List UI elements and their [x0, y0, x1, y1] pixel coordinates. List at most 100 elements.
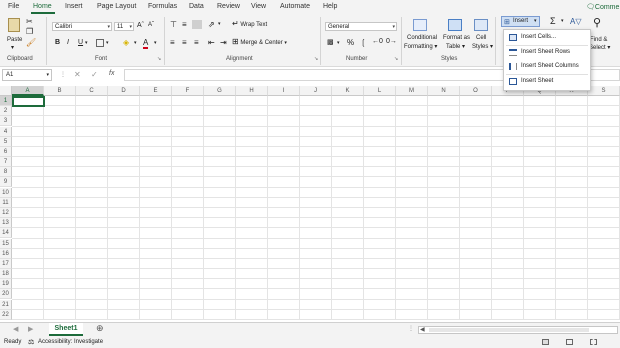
row-header[interactable]: 9 [0, 177, 12, 188]
row-header[interactable]: 4 [0, 126, 12, 137]
row-header[interactable]: 22 [0, 309, 12, 320]
column-header[interactable]: D [108, 86, 140, 96]
row-header[interactable]: 8 [0, 167, 12, 178]
increase-font-icon[interactable]: Aˆ [137, 22, 144, 29]
row-header[interactable]: 5 [0, 136, 12, 147]
accounting-format-icon[interactable]: ▩ [327, 38, 334, 46]
conditional-formatting-label[interactable]: Conditional [407, 35, 437, 41]
font-size-select[interactable]: 11 ▾ [114, 22, 134, 31]
column-header[interactable]: S [588, 86, 620, 96]
row-header[interactable]: 3 [0, 116, 12, 127]
splitter-icon[interactable]: ⋮ [408, 325, 414, 332]
page-break-view-icon[interactable] [590, 339, 597, 345]
sort-filter-icon[interactable]: A▽ [570, 17, 582, 26]
tab-view[interactable]: View [251, 3, 266, 10]
chevron-down-icon[interactable]: ▾ [337, 40, 340, 46]
align-center-icon[interactable]: ≡ [182, 38, 187, 47]
column-header[interactable]: M [396, 86, 428, 96]
cell-styles-label[interactable]: Cell [476, 35, 486, 41]
font-name-select[interactable]: Calibri ▾ [52, 22, 112, 31]
column-header[interactable]: N [428, 86, 460, 96]
insert-cells-button[interactable]: ⊞ Insert ▾ [501, 16, 540, 27]
row-header[interactable]: 19 [0, 279, 12, 290]
dialog-launcher-icon[interactable]: ↘ [314, 56, 318, 62]
insert-function-button[interactable]: fx [109, 70, 114, 77]
chevron-down-icon[interactable]: ▾ [11, 44, 14, 51]
align-top-icon[interactable]: ⊤ [170, 20, 177, 29]
chevron-down-icon[interactable]: ▾ [561, 18, 564, 24]
row-header[interactable]: 2 [0, 106, 12, 117]
comments-button[interactable]: 🗨Comme [586, 3, 619, 11]
row-header[interactable]: 1 [0, 96, 12, 106]
align-left-icon[interactable]: ≡ [170, 38, 175, 47]
borders-icon[interactable] [96, 39, 104, 47]
menu-item-insert-sheet-rows[interactable]: Insert Sheet Rows [504, 46, 590, 60]
row-header[interactable]: 12 [0, 207, 12, 218]
page-layout-view-icon[interactable] [566, 339, 573, 345]
increase-indent-icon[interactable]: ⇥ [220, 38, 227, 47]
row-header[interactable]: 20 [0, 289, 12, 300]
dialog-launcher-icon[interactable]: ↘ [394, 56, 398, 62]
tab-file[interactable]: File [8, 3, 19, 10]
row-header[interactable]: 18 [0, 269, 12, 280]
row-header[interactable]: 17 [0, 258, 12, 269]
cell-styles-icon[interactable] [474, 19, 488, 31]
menu-item-insert-sheet[interactable]: Insert Sheet [504, 75, 590, 89]
name-box[interactable]: A1 ▾ [2, 69, 52, 81]
active-cell-a1[interactable] [12, 96, 45, 107]
orientation-icon[interactable]: ⇗ [208, 20, 215, 29]
column-header[interactable]: B [44, 86, 76, 96]
format-as-table-label-2[interactable]: Table ▾ [446, 43, 465, 50]
italic-button[interactable]: I [67, 39, 69, 46]
menu-item-insert-sheet-columns[interactable]: Insert Sheet Columns [504, 60, 590, 74]
cut-icon[interactable]: ✂ [26, 17, 33, 26]
format-as-table-icon[interactable] [448, 19, 462, 31]
tab-help[interactable]: Help [323, 3, 337, 10]
column-header[interactable]: G [204, 86, 236, 96]
accessibility-status[interactable]: Accessibility: Investigate [38, 339, 103, 345]
tab-data[interactable]: Data [189, 3, 204, 10]
format-painter-icon[interactable]: 🖌 [26, 38, 36, 47]
bold-button[interactable]: B [55, 39, 60, 46]
font-color-icon[interactable]: A [143, 38, 149, 49]
cancel-icon[interactable]: ✕ [74, 70, 81, 79]
copy-icon[interactable]: ❐ [26, 27, 33, 36]
conditional-formatting-icon[interactable] [413, 19, 427, 31]
paste-label[interactable]: Paste [7, 37, 22, 43]
column-header[interactable]: J [300, 86, 332, 96]
row-header[interactable]: 14 [0, 228, 12, 239]
tab-review[interactable]: Review [217, 3, 240, 10]
align-bottom-icon[interactable] [192, 20, 202, 29]
chevron-down-icon[interactable]: ▾ [106, 40, 109, 46]
column-header[interactable]: L [364, 86, 396, 96]
align-right-icon[interactable]: ≡ [194, 38, 199, 47]
select-all-corner[interactable] [0, 86, 12, 96]
chevron-down-icon[interactable]: ▾ [218, 21, 221, 27]
column-header[interactable]: C [76, 86, 108, 96]
column-header[interactable]: F [172, 86, 204, 96]
normal-view-icon[interactable] [542, 339, 549, 345]
column-header[interactable]: O [460, 86, 492, 96]
column-header[interactable]: A [12, 86, 44, 96]
add-sheet-icon[interactable]: ⊕ [96, 323, 104, 334]
row-header[interactable]: 10 [0, 187, 12, 198]
sheet-tab-sheet1[interactable]: Sheet1 [49, 323, 83, 336]
row-header[interactable]: 15 [0, 238, 12, 249]
row-header[interactable]: 13 [0, 218, 12, 229]
fill-color-icon[interactable]: ◈ [123, 38, 129, 47]
chevron-down-icon[interactable]: ▾ [85, 40, 88, 46]
increase-decimal-icon[interactable]: ←0 [372, 38, 383, 45]
align-middle-icon[interactable]: ≡ [182, 20, 187, 29]
check-icon[interactable]: ✓ [91, 70, 98, 79]
column-header[interactable]: K [332, 86, 364, 96]
dialog-launcher-icon[interactable]: ↘ [157, 56, 161, 62]
scroll-right-icon[interactable]: ▶ [28, 325, 33, 333]
find-select-label-2[interactable]: Select ▾ [589, 44, 610, 51]
search-icon[interactable]: ⚲ [593, 16, 601, 29]
paste-icon[interactable] [8, 18, 20, 32]
column-header[interactable]: E [140, 86, 172, 96]
scroll-left-arrow-icon[interactable]: ◀ [420, 326, 425, 333]
decrease-indent-icon[interactable]: ⇤ [208, 38, 215, 47]
tab-insert[interactable]: Insert [65, 3, 83, 10]
decrease-font-icon[interactable]: Aˇ [148, 22, 154, 28]
